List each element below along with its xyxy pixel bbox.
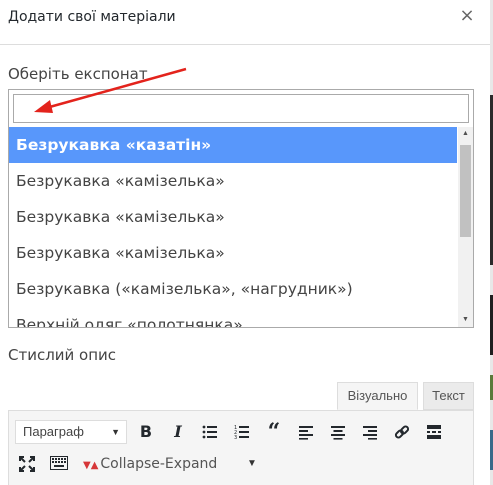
align-left-icon[interactable] — [294, 420, 318, 444]
exhibit-options-list: Безрукавка «казатін» Безрукавка «камізел… — [9, 127, 457, 327]
exhibit-option[interactable]: Верхній одяг «полотнянка» — [9, 307, 457, 327]
svg-text:3: 3 — [234, 435, 237, 440]
add-materials-modal: Додати свої матеріали × Оберіть експонат… — [0, 0, 490, 485]
align-center-icon[interactable] — [326, 420, 350, 444]
exhibit-option[interactable]: Безрукавка «казатін» — [9, 127, 457, 163]
editor-toolbar: Параграф ▼ B I 123 “ ▼▲ Collapse-Expand … — [8, 410, 474, 485]
bold-icon[interactable]: B — [134, 420, 158, 444]
close-icon[interactable]: × — [457, 6, 477, 26]
italic-icon[interactable]: I — [166, 420, 190, 444]
align-right-icon[interactable] — [358, 420, 382, 444]
exhibit-option[interactable]: Безрукавка («камізелька», «нагрудник») — [9, 271, 457, 307]
exhibit-option[interactable]: Безрукавка «камізелька» — [9, 163, 457, 199]
exhibit-search-input[interactable] — [13, 94, 469, 123]
description-label: Стислий опис — [8, 346, 117, 364]
blockquote-icon[interactable]: “ — [262, 420, 286, 444]
exhibit-option[interactable]: Безрукавка «камізелька» — [9, 235, 457, 271]
numbered-list-icon[interactable]: 123 — [230, 420, 254, 444]
collapse-triangle-icon: ▼▲ — [83, 460, 99, 471]
tab-text[interactable]: Текст — [423, 382, 474, 410]
chevron-down-icon: ▼ — [111, 427, 120, 437]
scroll-down-icon[interactable]: ▼ — [458, 313, 473, 327]
fullscreen-icon[interactable] — [15, 452, 39, 476]
modal-header: Додати свої матеріали × — [0, 0, 490, 45]
bullet-list-icon[interactable] — [198, 420, 222, 444]
exhibit-label: Оберіть експонат — [8, 65, 148, 83]
exhibit-dropdown: Безрукавка «казатін» Безрукавка «камізел… — [8, 89, 474, 328]
scroll-up-icon[interactable]: ▲ — [458, 127, 473, 141]
modal-title: Додати свої матеріали — [8, 9, 176, 25]
scrollbar-thumb[interactable] — [460, 145, 471, 237]
keyboard-icon[interactable] — [47, 452, 71, 476]
read-more-icon[interactable] — [422, 420, 446, 444]
exhibit-option[interactable]: Безрукавка «камізелька» — [9, 199, 457, 235]
collapse-expand-label: Collapse-Expand — [100, 456, 218, 472]
link-icon[interactable] — [390, 420, 414, 444]
chevron-down-icon[interactable]: ▼ — [247, 452, 257, 476]
format-select-value: Параграф — [23, 424, 84, 439]
collapse-expand-button[interactable]: ▼▲ Collapse-Expand — [83, 452, 217, 476]
options-scrollbar[interactable]: ▲ ▼ — [458, 127, 473, 327]
tab-visual[interactable]: Візуально — [337, 382, 418, 410]
format-select[interactable]: Параграф ▼ — [15, 420, 127, 444]
